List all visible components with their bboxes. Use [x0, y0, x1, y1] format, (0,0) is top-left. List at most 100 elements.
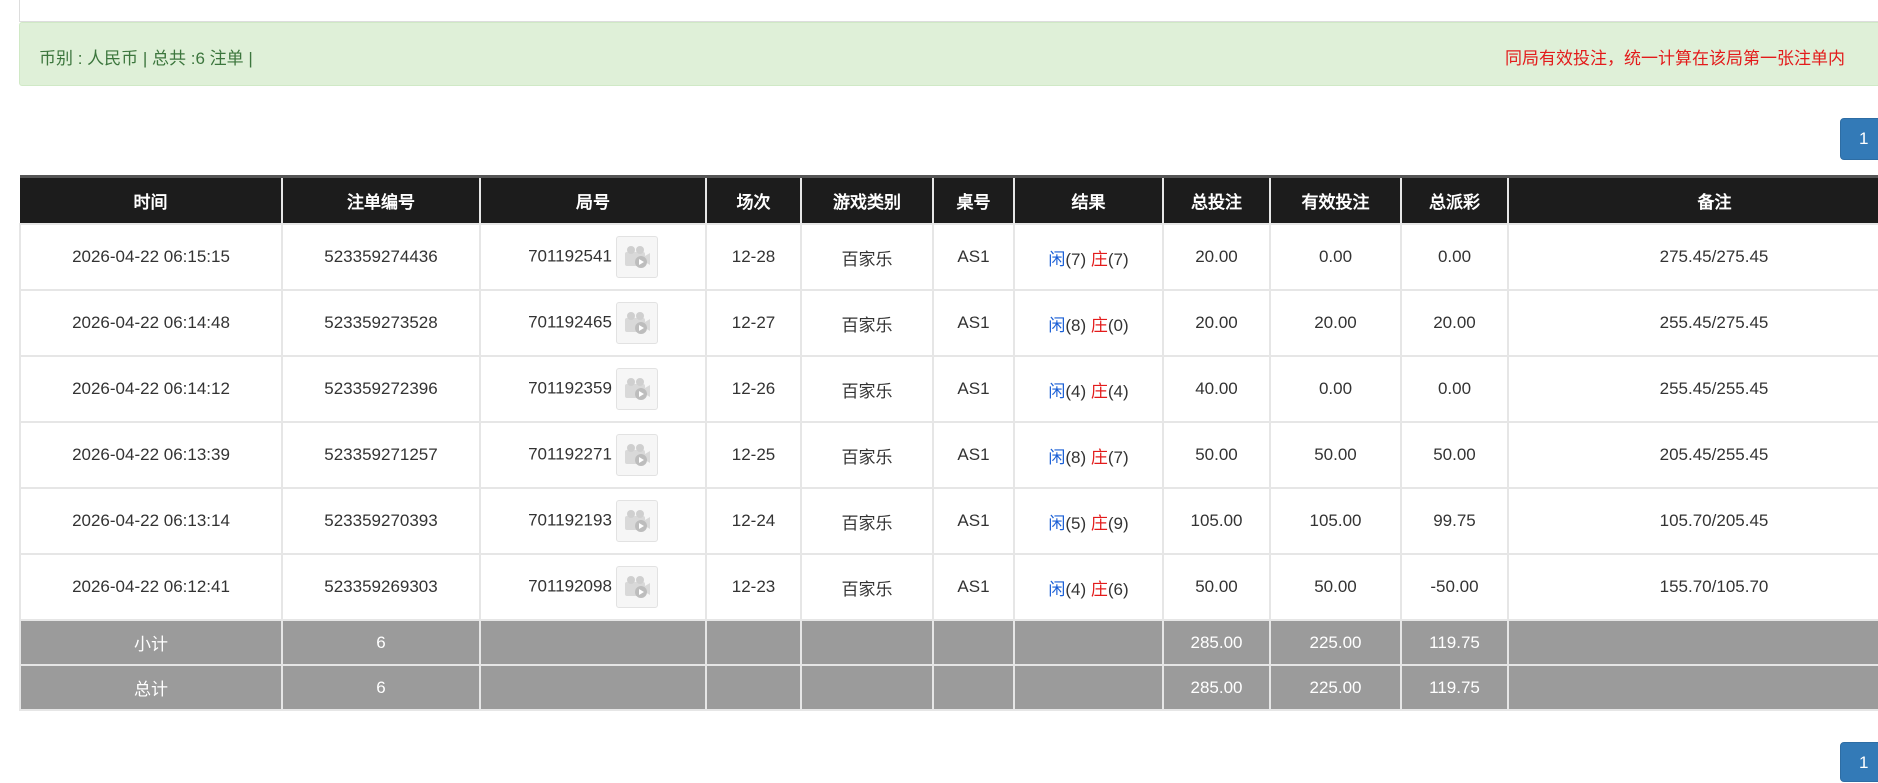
summary-text: 币别 : 人民币 | 总共 :6 注单 |: [39, 49, 253, 68]
banker-score: (6): [1107, 579, 1129, 599]
cell-bet-id: 523359271257: [281, 421, 481, 489]
cell-round: 701192541: [479, 223, 707, 291]
cell-session: 12-24: [705, 487, 802, 555]
cell-total-bet: 20.00: [1162, 223, 1271, 291]
bet-record-table: 时间 注单编号 局号 场次 游戏类别 桌号 结果 总投注 有效投注 总派彩 备注…: [19, 175, 1878, 711]
cell-round: 701192465: [479, 289, 707, 357]
grand-total-row: 总计 6 285.00 225.00 119.75: [19, 664, 1878, 711]
player-label: 闲: [1048, 447, 1066, 467]
player-score: (7): [1065, 249, 1087, 269]
cell-bet-id: 523359272396: [281, 355, 481, 423]
cell-payout: 99.75: [1400, 487, 1509, 555]
cell-round: 701192098: [479, 553, 707, 621]
round-number: 701192541: [528, 246, 612, 266]
cell-payout: 0.00: [1400, 223, 1509, 291]
video-replay-icon[interactable]: [615, 236, 658, 278]
video-replay-icon[interactable]: [615, 566, 658, 608]
cell-session: 12-28: [705, 223, 802, 291]
subtotal-payout: 119.75: [1400, 619, 1509, 666]
cell-note: 255.45/275.45: [1507, 289, 1878, 357]
cell-total-bet: 40.00: [1162, 355, 1271, 423]
cell-bet-id: 523359274436: [281, 223, 481, 291]
video-replay-icon[interactable]: [615, 302, 658, 344]
grand-total-total-bet: 285.00: [1162, 664, 1271, 711]
subtotal-total-bet: 285.00: [1162, 619, 1271, 666]
page-1-button[interactable]: 1: [1840, 118, 1878, 160]
cell-session: 12-27: [705, 289, 802, 357]
banker-score: (0): [1107, 315, 1129, 335]
cell-time: 2026-04-22 06:14:48: [19, 289, 283, 357]
banker-score: (4): [1107, 381, 1129, 401]
cell-valid-bet: 20.00: [1269, 289, 1402, 357]
cell-valid-bet: 50.00: [1269, 421, 1402, 489]
player-label: 闲: [1048, 249, 1066, 269]
col-note: 备注: [1507, 175, 1878, 224]
cell-game-type: 百家乐: [800, 355, 934, 423]
cell-table-no: AS1: [932, 223, 1015, 291]
cell-bet-id: 523359270393: [281, 487, 481, 555]
video-replay-icon[interactable]: [615, 368, 658, 410]
col-game-type: 游戏类别: [800, 175, 933, 224]
cell-game-type: 百家乐: [800, 223, 934, 291]
cell-note: 105.70/205.45: [1507, 487, 1878, 555]
col-table-no: 桌号: [932, 175, 1014, 224]
banker-score: (7): [1107, 447, 1129, 467]
player-score: (4): [1065, 579, 1087, 599]
cell-valid-bet: 0.00: [1269, 355, 1402, 423]
col-round: 局号: [479, 175, 706, 224]
cell-round: 701192359: [479, 355, 707, 423]
table-row: 2026-04-22 06:14:12 523359272396 7011923…: [19, 355, 1878, 423]
grand-total-payout: 119.75: [1400, 664, 1509, 711]
cell-game-type: 百家乐: [800, 553, 934, 621]
cell-session: 12-23: [705, 553, 802, 621]
cell-table-no: AS1: [932, 355, 1015, 423]
player-score: (8): [1065, 315, 1087, 335]
banker-score: (9): [1107, 513, 1129, 533]
table-row: 2026-04-22 06:13:39 523359271257 7011922…: [19, 421, 1878, 489]
info-bar: 币别 : 人民币 | 总共 :6 注单 | 同局有效投注，统一计算在该局第一张注…: [19, 22, 1878, 86]
cell-total-bet: 50.00: [1162, 553, 1271, 621]
cell-session: 12-25: [705, 421, 802, 489]
cell-note: 275.45/275.45: [1507, 223, 1878, 291]
col-time: 时间: [20, 175, 282, 224]
cell-table-no: AS1: [932, 289, 1015, 357]
table-header-row: 时间 注单编号 局号 场次 游戏类别 桌号 结果 总投注 有效投注 总派彩 备注: [20, 175, 1878, 224]
cell-game-type: 百家乐: [800, 289, 934, 357]
cell-game-type: 百家乐: [800, 487, 934, 555]
cell-payout: -50.00: [1400, 553, 1509, 621]
cell-result: 闲(5) 庄(9): [1013, 487, 1164, 555]
cell-note: 205.45/255.45: [1507, 421, 1878, 489]
notice-text: 同局有效投注，统一计算在该局第一张注单内: [1505, 49, 1845, 68]
grand-total-count: 6: [281, 664, 481, 711]
subtotal-row: 小计 6 285.00 225.00 119.75: [19, 619, 1878, 666]
cell-valid-bet: 105.00: [1269, 487, 1402, 555]
banker-label: 庄: [1090, 249, 1108, 269]
subtotal-label: 小计: [19, 619, 283, 666]
table-row: 2026-04-22 06:15:15 523359274436 7011925…: [19, 223, 1878, 291]
cell-payout: 50.00: [1400, 421, 1509, 489]
cell-payout: 0.00: [1400, 355, 1509, 423]
table-row: 2026-04-22 06:12:41 523359269303 7011920…: [19, 553, 1878, 621]
video-replay-icon[interactable]: [615, 500, 658, 542]
banker-label: 庄: [1090, 381, 1108, 401]
player-label: 闲: [1048, 513, 1066, 533]
round-number: 701192271: [528, 444, 612, 464]
cell-time: 2026-04-22 06:13:14: [19, 487, 283, 555]
cell-result: 闲(4) 庄(4): [1013, 355, 1164, 423]
cell-table-no: AS1: [932, 421, 1015, 489]
cell-result: 闲(8) 庄(0): [1013, 289, 1164, 357]
subtotal-count: 6: [281, 619, 481, 666]
video-replay-icon[interactable]: [615, 434, 658, 476]
player-score: (4): [1065, 381, 1087, 401]
cell-total-bet: 50.00: [1162, 421, 1271, 489]
banker-score: (7): [1107, 249, 1129, 269]
player-score: (5): [1065, 513, 1087, 533]
cell-valid-bet: 0.00: [1269, 223, 1402, 291]
banker-label: 庄: [1090, 579, 1108, 599]
col-total-bet: 总投注: [1162, 175, 1270, 224]
cell-note: 255.45/255.45: [1507, 355, 1878, 423]
banker-label: 庄: [1090, 447, 1108, 467]
player-label: 闲: [1048, 315, 1066, 335]
page-1-button-bottom[interactable]: 1: [1840, 742, 1878, 782]
cell-total-bet: 20.00: [1162, 289, 1271, 357]
